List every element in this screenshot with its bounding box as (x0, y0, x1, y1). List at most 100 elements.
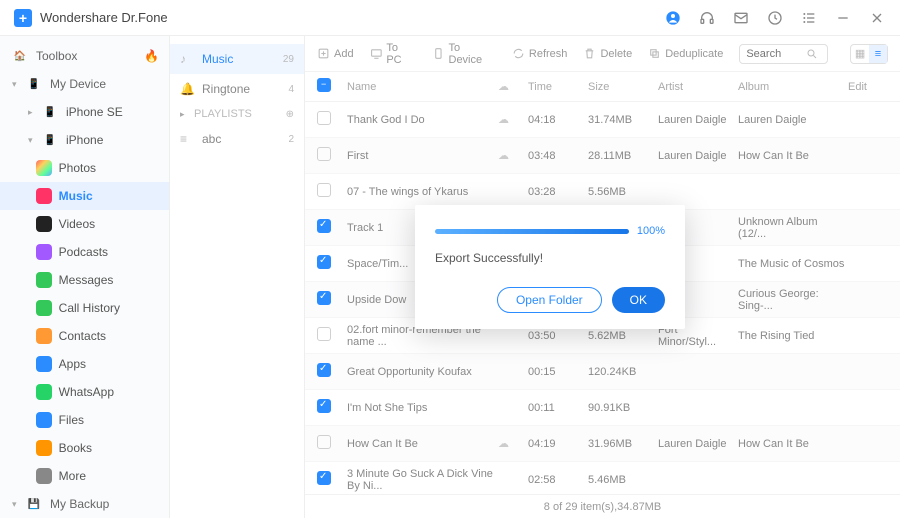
row-checkbox[interactable] (317, 363, 331, 377)
mail-icon[interactable] (732, 9, 750, 27)
sidebar-item-iphone-se[interactable]: ▸📱iPhone SE (0, 98, 169, 126)
sidebar-item-iphone[interactable]: ▾📱iPhone (0, 126, 169, 154)
phone-icon (36, 300, 52, 316)
sidebar-item-toolbox[interactable]: 🏠Toolbox🔥 (0, 42, 169, 70)
table-header: − Name ☁ Time Size Artist Album Edit (305, 72, 900, 102)
table-row[interactable]: I'm Not She Tips 00:11 90.91KB (305, 390, 900, 426)
column-size[interactable]: Size (588, 81, 658, 93)
cell-size: 5.62MB (588, 330, 658, 342)
cell-size: 90.91KB (588, 402, 658, 414)
row-checkbox[interactable] (317, 183, 331, 197)
row-checkbox[interactable] (317, 255, 331, 269)
cell-time: 03:28 (528, 186, 588, 198)
sidebar-item-podcasts[interactable]: Podcasts (0, 238, 169, 266)
row-checkbox[interactable] (317, 327, 331, 341)
cell-time: 02:58 (528, 474, 588, 486)
sidebar-item-apps[interactable]: Apps (0, 350, 169, 378)
to-device-button[interactable]: To Device (432, 42, 496, 66)
cell-album: Unknown Album (12/... (738, 216, 848, 240)
cell-artist: Lauren Daigle (658, 438, 738, 450)
refresh-button[interactable]: Refresh (512, 47, 568, 60)
cell-size: 31.96MB (588, 438, 658, 450)
row-checkbox[interactable] (317, 399, 331, 413)
open-folder-button[interactable]: Open Folder (497, 287, 602, 313)
account-icon[interactable] (664, 9, 682, 27)
cell-name: Thank God I Do (347, 114, 498, 126)
app-title: Wondershare Dr.Fone (40, 10, 168, 25)
row-checkbox[interactable] (317, 291, 331, 305)
delete-button[interactable]: Delete (583, 47, 632, 60)
cell-size: 28.11MB (588, 150, 658, 162)
playlist-abc[interactable]: ≡abc2 (170, 124, 304, 154)
headset-icon[interactable] (698, 9, 716, 27)
cell-cloud: ☁ (498, 149, 528, 162)
menu-icon[interactable] (800, 9, 818, 27)
table-row[interactable]: How Can It Be ☁ 04:19 31.96MB Lauren Dai… (305, 426, 900, 462)
add-button[interactable]: Add (317, 47, 354, 60)
sidebar-item-files[interactable]: Files (0, 406, 169, 434)
search-box[interactable] (739, 44, 828, 64)
sidebar-item-music[interactable]: Music (0, 182, 169, 210)
minimize-icon[interactable] (834, 9, 852, 27)
select-all-checkbox[interactable]: − (317, 78, 331, 92)
row-checkbox[interactable] (317, 471, 331, 485)
deduplicate-button[interactable]: Deduplicate (648, 47, 723, 60)
table-row[interactable]: Thank God I Do ☁ 04:18 31.74MB Lauren Da… (305, 102, 900, 138)
view-toggle[interactable]: ▦≡ (850, 44, 888, 64)
sidebar-item-whatsapp[interactable]: WhatsApp (0, 378, 169, 406)
apps-icon (36, 356, 52, 372)
sidebar-item-my-device[interactable]: ▾📱My Device (0, 70, 169, 98)
chevron-down-icon: ▾ (12, 499, 22, 510)
row-checkbox[interactable] (317, 219, 331, 233)
sidebar-item-videos[interactable]: Videos (0, 210, 169, 238)
sidebar-item-call-history[interactable]: Call History (0, 294, 169, 322)
export-dialog: 100% Export Successfully! Open Folder OK (415, 205, 685, 329)
titlebar: + Wondershare Dr.Fone (0, 0, 900, 36)
to-pc-button[interactable]: To PC (370, 42, 416, 66)
close-icon[interactable] (868, 9, 886, 27)
add-playlist-icon[interactable]: ⊕ (286, 109, 294, 120)
category-music[interactable]: ♪Music29 (170, 44, 304, 74)
cell-album: How Can It Be (738, 438, 848, 450)
table-row[interactable]: 3 Minute Go Suck A Dick Vine By Ni... 02… (305, 462, 900, 494)
column-album[interactable]: Album (738, 81, 848, 93)
sidebar-item-books[interactable]: Books (0, 434, 169, 462)
cell-time: 00:15 (528, 366, 588, 378)
list-view-icon[interactable]: ≡ (869, 45, 887, 63)
phone-icon: 📱 (42, 104, 58, 120)
history-icon[interactable] (766, 9, 784, 27)
dialog-message: Export Successfully! (435, 251, 665, 265)
search-input[interactable] (746, 48, 806, 60)
cell-time: 03:48 (528, 150, 588, 162)
cell-album: How Can It Be (738, 150, 848, 162)
column-name[interactable]: Name (347, 81, 498, 93)
music-icon (36, 188, 52, 204)
progress-bar (435, 229, 629, 234)
cell-name: Great Opportunity Koufax (347, 366, 498, 378)
sidebar-item-my-backup[interactable]: ▾💾My Backup (0, 490, 169, 518)
table-row[interactable]: First ☁ 03:48 28.11MB Lauren Daigle How … (305, 138, 900, 174)
sidebar-item-contacts[interactable]: Contacts (0, 322, 169, 350)
cell-time: 00:11 (528, 402, 588, 414)
column-time[interactable]: Time (528, 81, 588, 93)
ok-button[interactable]: OK (612, 287, 665, 313)
grid-view-icon[interactable]: ▦ (851, 45, 869, 63)
cell-size: 120.24KB (588, 366, 658, 378)
backup-icon: 💾 (26, 496, 42, 512)
cell-cloud: ☁ (498, 113, 528, 126)
sidebar-item-more[interactable]: More (0, 462, 169, 490)
row-checkbox[interactable] (317, 111, 331, 125)
category-ringtone[interactable]: 🔔Ringtone4 (170, 74, 304, 104)
device-icon: 📱 (26, 76, 42, 92)
row-checkbox[interactable] (317, 435, 331, 449)
row-checkbox[interactable] (317, 147, 331, 161)
sidebar-item-messages[interactable]: Messages (0, 266, 169, 294)
cell-album: The Rising Tied (738, 330, 848, 342)
videos-icon (36, 216, 52, 232)
cell-time: 04:18 (528, 114, 588, 126)
table-row[interactable]: Great Opportunity Koufax 00:15 120.24KB (305, 354, 900, 390)
sidebar-item-photos[interactable]: Photos (0, 154, 169, 182)
column-artist[interactable]: Artist (658, 81, 738, 93)
chevron-down-icon: ▾ (28, 135, 38, 146)
cell-name: How Can It Be (347, 438, 498, 450)
